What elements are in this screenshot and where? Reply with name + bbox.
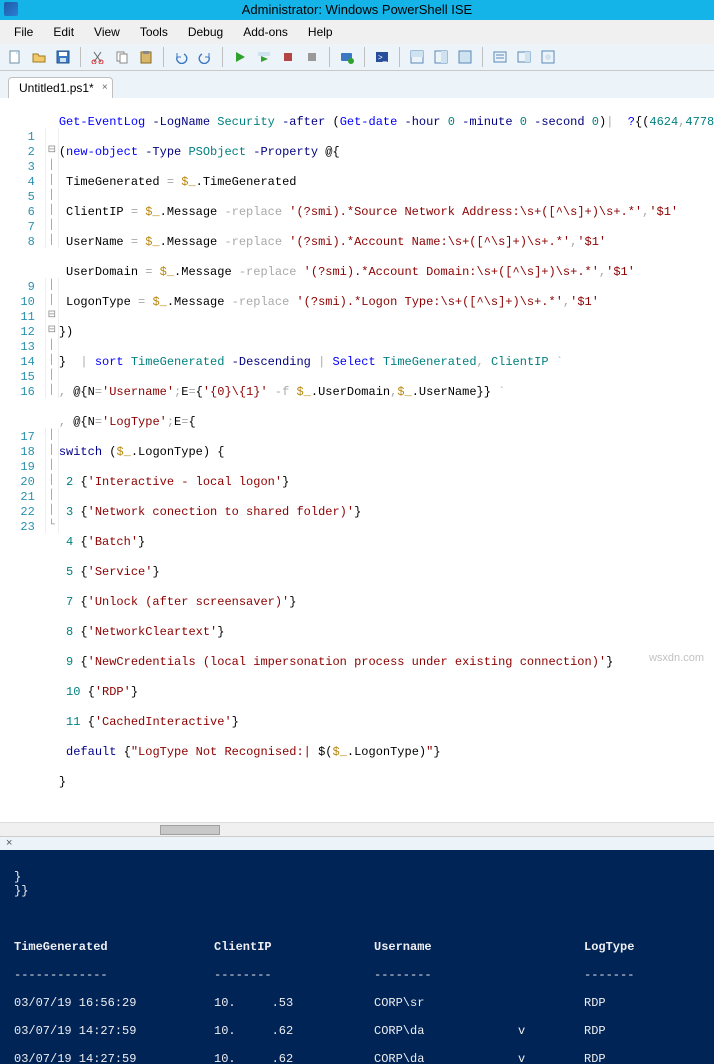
- cut-icon[interactable]: [87, 46, 109, 68]
- menu-help[interactable]: Help: [298, 22, 343, 42]
- svg-text:>_: >_: [378, 53, 388, 62]
- run-icon[interactable]: [229, 46, 251, 68]
- menu-view[interactable]: View: [84, 22, 130, 42]
- app-icon: [4, 2, 18, 16]
- fold-column[interactable]: ⊟││││││ ││⊟⊟││││ ││││││└: [45, 98, 59, 822]
- stop-icon[interactable]: [277, 46, 299, 68]
- tab-bar: Untitled1.ps1* ×: [0, 71, 714, 98]
- show-command-icon[interactable]: [489, 46, 511, 68]
- run-selection-icon[interactable]: [253, 46, 275, 68]
- console-divider: ------------------------------------: [14, 968, 700, 982]
- menu-edit[interactable]: Edit: [43, 22, 84, 42]
- toolbar: >_: [0, 44, 714, 71]
- console-pane[interactable]: } }} TimeGeneratedClientIPUsernameLogTyp…: [0, 850, 714, 1064]
- new-remote-icon[interactable]: [336, 46, 358, 68]
- collapse-handle[interactable]: ×: [0, 836, 714, 850]
- tab-label: Untitled1.ps1*: [19, 81, 94, 95]
- show-script-top-icon[interactable]: [406, 46, 428, 68]
- window-titlebar: Administrator: Windows PowerShell ISE: [0, 0, 714, 20]
- scrollbar-thumb[interactable]: [160, 825, 220, 835]
- copy-icon[interactable]: [111, 46, 133, 68]
- menu-file[interactable]: File: [4, 22, 43, 42]
- menu-tools[interactable]: Tools: [130, 22, 178, 42]
- console-row: 03/07/19 14:27:5910. .62CORP\da vRDP: [14, 1052, 700, 1064]
- code-area[interactable]: Get-EventLog -LogName Security -after (G…: [59, 98, 714, 822]
- open-icon[interactable]: [28, 46, 50, 68]
- console-row: 03/07/19 16:56:2910. .53CORP\srRDP: [14, 996, 700, 1010]
- tab-script[interactable]: Untitled1.ps1* ×: [8, 77, 113, 98]
- menu-bar: File Edit View Tools Debug Add-ons Help: [0, 20, 714, 44]
- save-icon[interactable]: [52, 46, 74, 68]
- undo-icon[interactable]: [170, 46, 192, 68]
- paste-icon[interactable]: [135, 46, 157, 68]
- console-header: TimeGeneratedClientIPUsernameLogType: [14, 940, 700, 954]
- script-editor[interactable]: 12345678 910111213141516 17181920212223 …: [0, 98, 714, 822]
- console-row: 03/07/19 14:27:5910. .62CORP\da vRDP: [14, 1024, 700, 1038]
- options-icon[interactable]: [537, 46, 559, 68]
- console-output-tail: } }}: [14, 870, 700, 898]
- line-gutter: 12345678 910111213141516 17181920212223: [0, 98, 45, 822]
- show-script-max-icon[interactable]: [454, 46, 476, 68]
- watermark: wsxdn.com: [649, 652, 704, 664]
- close-icon[interactable]: ×: [102, 82, 108, 93]
- window-title: Administrator: Windows PowerShell ISE: [242, 2, 472, 17]
- start-powershell-icon[interactable]: >_: [371, 46, 393, 68]
- show-command-addon-icon[interactable]: [513, 46, 535, 68]
- horizontal-scrollbar[interactable]: [0, 822, 714, 836]
- menu-debug[interactable]: Debug: [178, 22, 233, 42]
- show-script-right-icon[interactable]: [430, 46, 452, 68]
- new-icon[interactable]: [4, 46, 26, 68]
- menu-addons[interactable]: Add-ons: [233, 22, 298, 42]
- redo-icon[interactable]: [194, 46, 216, 68]
- stop-debug-icon[interactable]: [301, 46, 323, 68]
